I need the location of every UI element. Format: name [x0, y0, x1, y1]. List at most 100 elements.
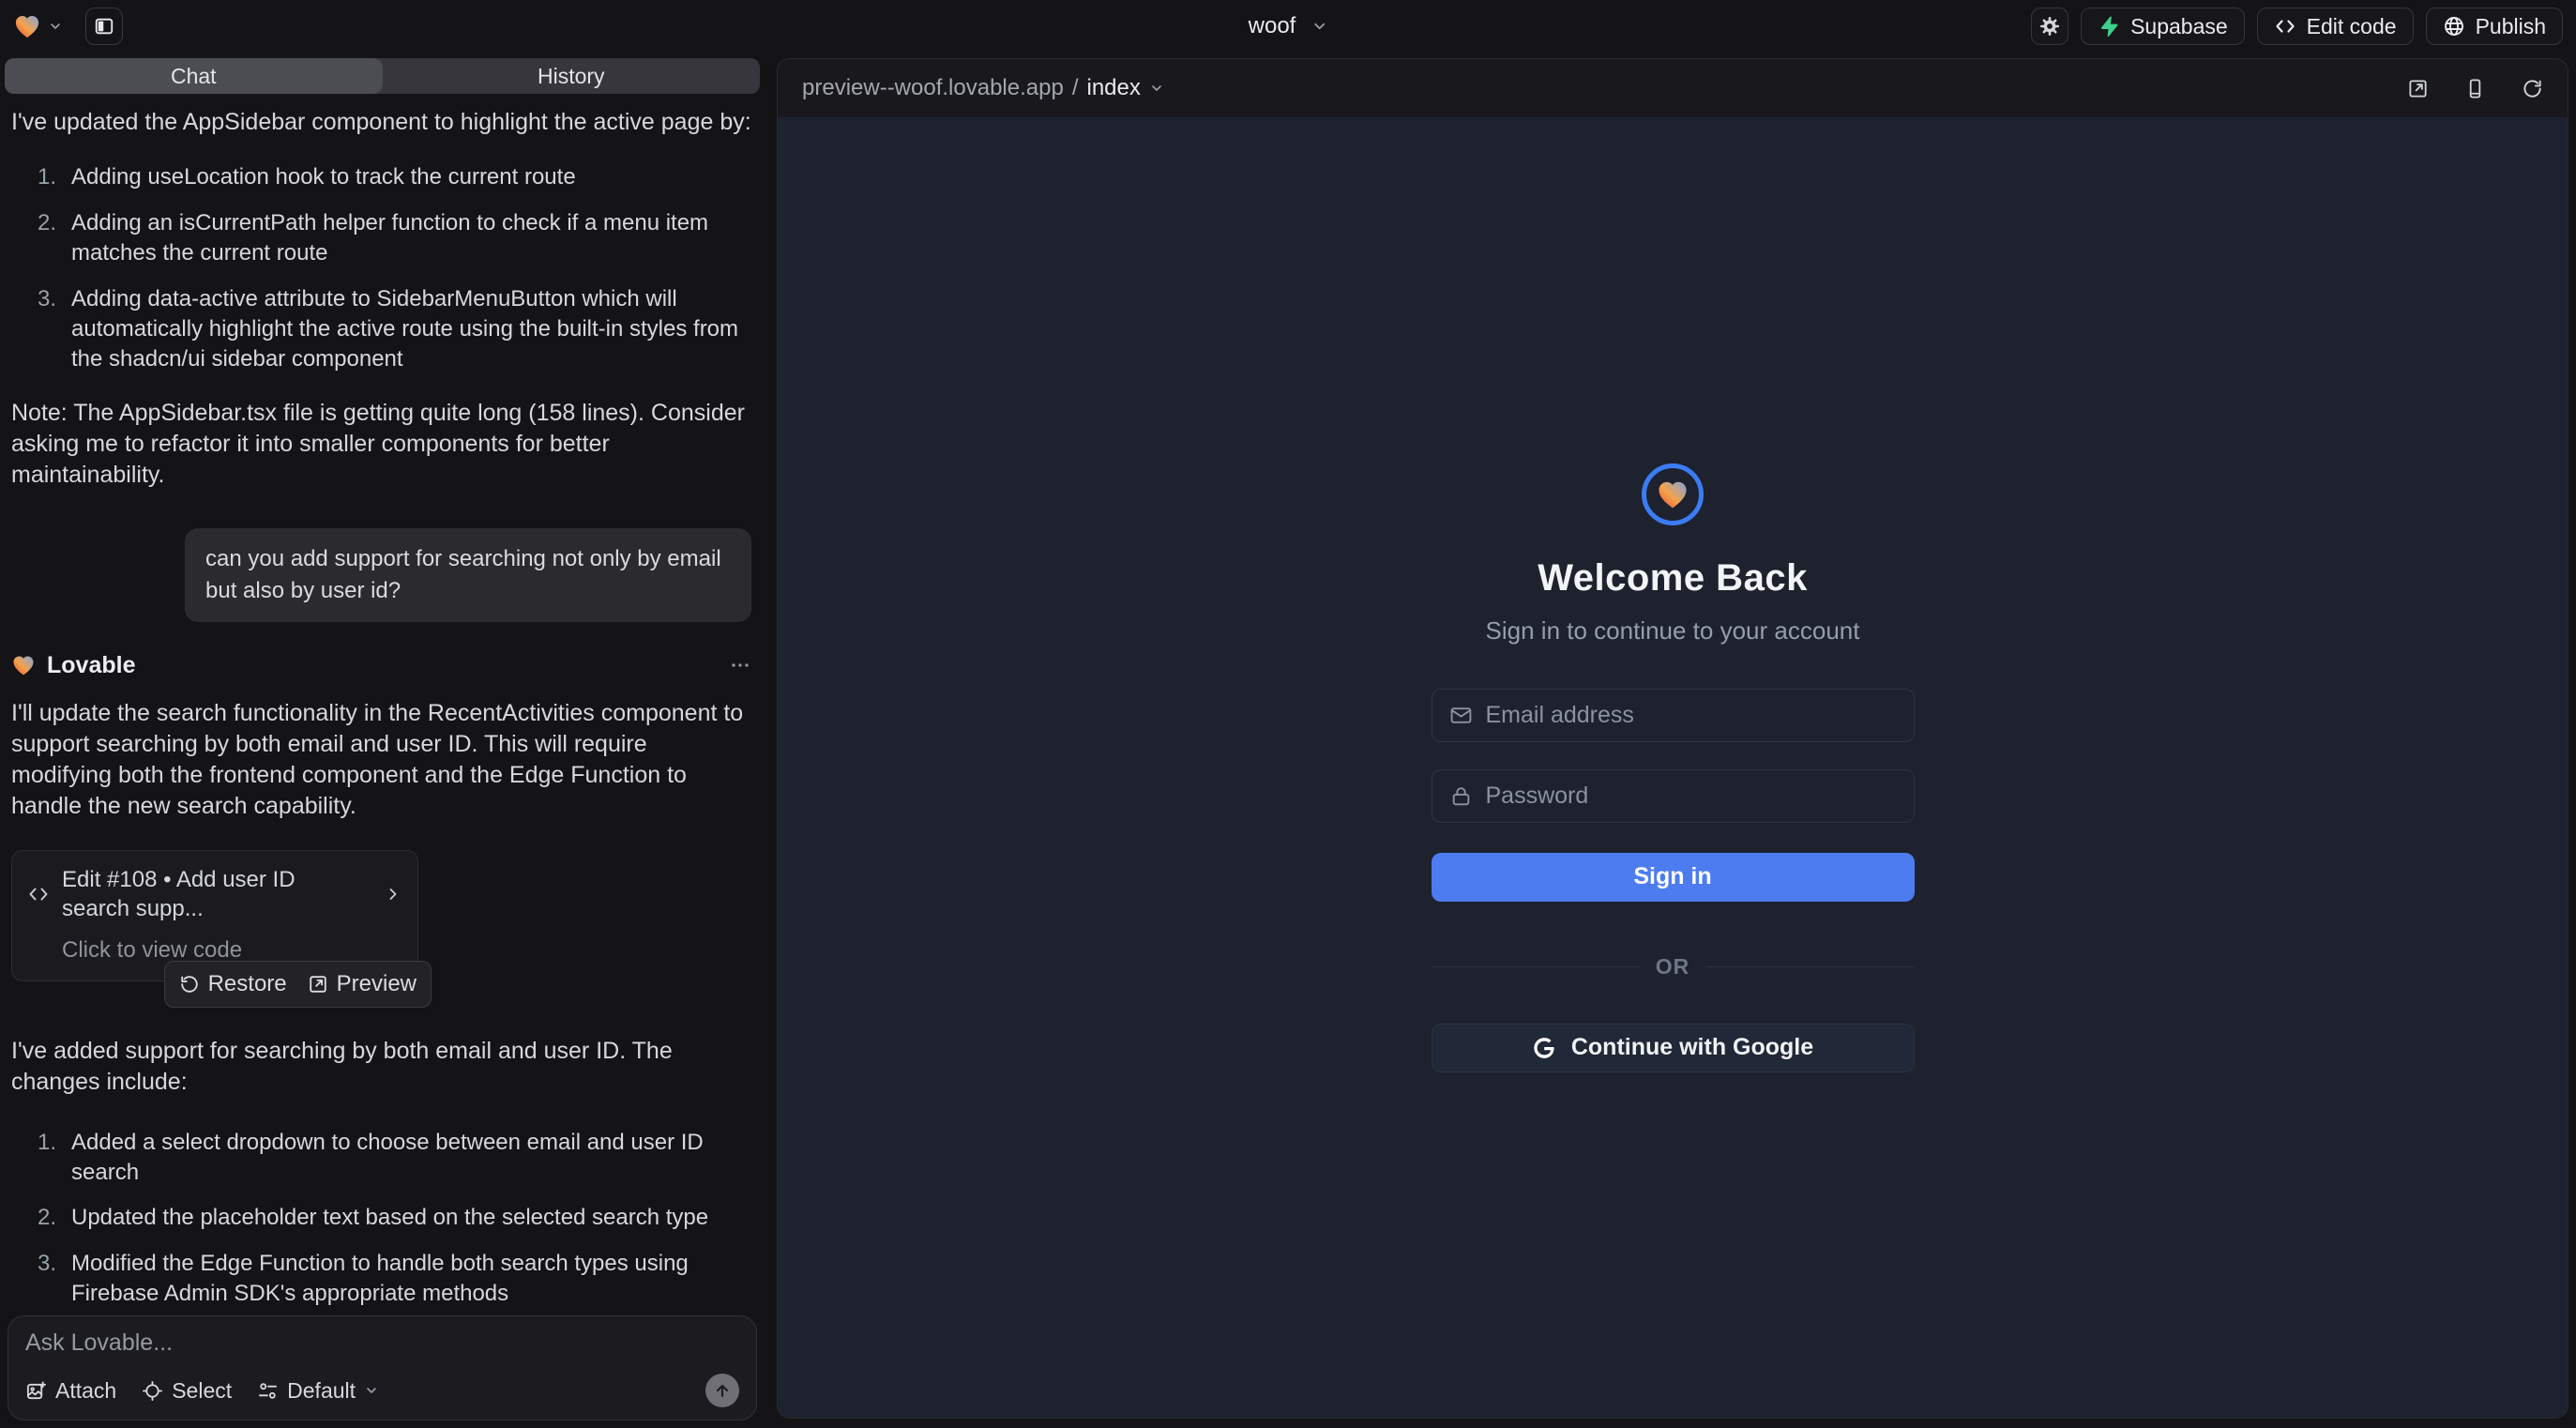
sign-in-button[interactable]: Sign in: [1432, 853, 1915, 902]
assistant-ordered-list: Adding useLocation hook to track the cur…: [11, 162, 751, 373]
assistant-ordered-list: Added a select dropdown to choose betwee…: [11, 1128, 751, 1306]
top-bar: woof Supabase Edit code: [0, 0, 2576, 53]
arrow-up-icon: [713, 1381, 732, 1400]
message-list: I've updated the AppSidebar component to…: [0, 94, 765, 1306]
supabase-label: Supabase: [2130, 14, 2228, 39]
rotate-ccw-icon: [179, 974, 200, 995]
code-icon: [2274, 15, 2296, 38]
smartphone-icon: [2464, 78, 2486, 99]
path-separator: /: [1072, 75, 1079, 101]
lovable-heart-icon: [13, 12, 41, 40]
image-plus-icon: [25, 1380, 47, 1402]
code-icon: [27, 883, 50, 905]
globe-icon: [2443, 15, 2465, 38]
external-link-icon: [2407, 78, 2429, 99]
list-item: Updated the placeholder text based on th…: [38, 1203, 751, 1233]
select-button[interactable]: Select: [142, 1378, 232, 1404]
chevron-down-icon: [364, 1383, 379, 1398]
app-logo: [1642, 463, 1704, 525]
password-input[interactable]: [1486, 782, 1897, 810]
email-input[interactable]: [1486, 702, 1897, 729]
list-item: Modified the Edge Function to handle bot…: [38, 1249, 751, 1306]
supabase-button[interactable]: Supabase: [2081, 8, 2245, 45]
list-item: Adding useLocation hook to track the cur…: [38, 162, 751, 192]
preview-page: index: [1086, 75, 1140, 101]
chat-panel: Chat History I've updated the AppSidebar…: [0, 53, 765, 1428]
tab-chat-label: Chat: [171, 64, 217, 89]
assistant-paragraph: I've added support for searching by both…: [11, 1036, 751, 1098]
assistant-note: Note: The AppSidebar.tsx file is getting…: [11, 398, 751, 491]
mode-label: Default: [287, 1378, 356, 1404]
preview-header: preview--woof.lovable.app / index: [778, 59, 2568, 117]
supabase-icon: [2098, 15, 2120, 38]
locate-icon: [142, 1380, 163, 1402]
publish-label: Publish: [2476, 14, 2546, 39]
tab-history[interactable]: History: [383, 58, 761, 94]
list-item: Adding an isCurrentPath helper function …: [38, 208, 751, 268]
attach-button[interactable]: Attach: [25, 1378, 116, 1404]
lovable-heart-icon: [11, 653, 36, 677]
more-horizontal-icon[interactable]: [729, 654, 751, 676]
or-label: OR: [1656, 954, 1690, 980]
open-in-new-tab-button[interactable]: [2407, 78, 2429, 99]
tab-history-label: History: [538, 64, 605, 89]
preview-url: preview--woof.lovable.app: [802, 75, 1064, 101]
chevron-right-icon: [384, 885, 402, 904]
preview-panel: preview--woof.lovable.app / index: [777, 58, 2568, 1419]
assistant-paragraph: I'll update the search functionality in …: [11, 698, 751, 822]
lovable-logo-menu[interactable]: [13, 12, 63, 40]
chevron-down-icon: [1149, 81, 1164, 96]
google-sign-in-button[interactable]: Continue with Google: [1432, 1024, 1915, 1072]
sidebar-toggle-icon: [94, 16, 114, 37]
or-divider: OR: [1432, 954, 1915, 980]
chevron-down-icon: [48, 19, 63, 34]
settings-button[interactable]: [2031, 8, 2068, 45]
attach-label: Attach: [55, 1378, 116, 1404]
password-field[interactable]: [1432, 769, 1915, 823]
edit-card-title: Edit #108 • Add user ID search supp...: [62, 865, 359, 924]
preview-url-selector[interactable]: preview--woof.lovable.app / index: [802, 75, 1164, 101]
edit-code-button[interactable]: Edit code: [2257, 8, 2414, 45]
preview-button[interactable]: Preview: [308, 969, 417, 999]
gear-icon: [2038, 15, 2061, 38]
chevron-down-icon: [1311, 18, 1327, 35]
mobile-view-button[interactable]: [2464, 78, 2486, 99]
mode-selector[interactable]: Default: [257, 1378, 379, 1404]
sidebar-toggle-button[interactable]: [85, 8, 123, 45]
sliders-icon: [257, 1380, 279, 1402]
edit-card-actions: Restore Preview: [164, 961, 432, 1008]
heart-logo-icon: [1656, 478, 1690, 511]
assistant-paragraph: I've updated the AppSidebar component to…: [11, 107, 751, 138]
list-item: Adding data-active attribute to SidebarM…: [38, 284, 751, 374]
page-subtitle: Sign in to continue to your account: [1486, 616, 1860, 646]
chat-input[interactable]: [25, 1329, 739, 1357]
select-label: Select: [172, 1378, 232, 1404]
send-button[interactable]: [705, 1374, 739, 1407]
user-message-bubble: can you add support for searching not on…: [185, 528, 751, 621]
edit-card-wrapper: Edit #108 • Add user ID search supp... C…: [11, 850, 418, 981]
page-title: Welcome Back: [1538, 557, 1808, 600]
tab-chat[interactable]: Chat: [5, 58, 383, 94]
sign-in-card: Welcome Back Sign in to continue to your…: [1432, 463, 1915, 1072]
project-name: woof: [1249, 13, 1296, 39]
composer: Attach Select Default: [8, 1315, 757, 1420]
assistant-name: Lovable: [47, 650, 135, 681]
email-field[interactable]: [1432, 689, 1915, 742]
external-link-icon: [308, 974, 328, 995]
publish-button[interactable]: Publish: [2426, 8, 2563, 45]
assistant-header: Lovable: [11, 650, 751, 681]
edit-code-label: Edit code: [2307, 14, 2397, 39]
google-label: Continue with Google: [1571, 1034, 1813, 1061]
refresh-button[interactable]: [2522, 78, 2543, 99]
google-g-icon: [1532, 1036, 1556, 1060]
preview-viewport: Welcome Back Sign in to continue to your…: [778, 117, 2568, 1418]
list-item: Added a select dropdown to choose betwee…: [38, 1128, 751, 1188]
mail-icon: [1449, 704, 1473, 727]
restore-label: Restore: [208, 969, 287, 999]
preview-label: Preview: [337, 969, 417, 999]
project-selector[interactable]: woof: [1249, 13, 1328, 39]
lock-icon: [1449, 784, 1473, 808]
refresh-icon: [2522, 78, 2543, 99]
restore-button[interactable]: Restore: [179, 969, 287, 999]
chat-history-tabs: Chat History: [5, 58, 760, 94]
